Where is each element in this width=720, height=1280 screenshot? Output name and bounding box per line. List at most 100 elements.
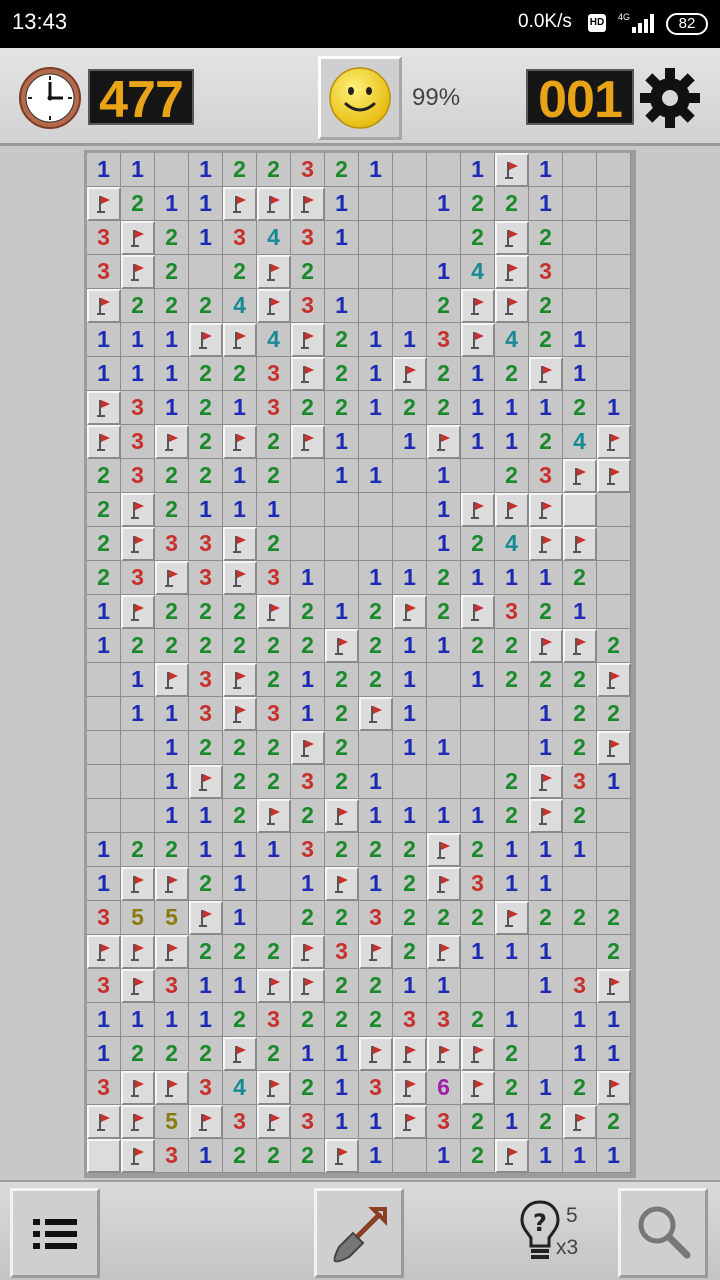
- empty-cell[interactable]: [121, 731, 155, 765]
- flagged-cell[interactable]: [223, 187, 257, 221]
- flagged-cell[interactable]: [257, 1071, 291, 1105]
- number-cell[interactable]: 1: [325, 289, 359, 323]
- empty-cell[interactable]: [529, 1037, 563, 1071]
- number-cell[interactable]: 2: [257, 1139, 291, 1173]
- empty-cell[interactable]: [597, 561, 631, 595]
- flagged-cell[interactable]: [155, 935, 189, 969]
- number-cell[interactable]: 2: [325, 901, 359, 935]
- empty-cell[interactable]: [427, 153, 461, 187]
- empty-cell[interactable]: [359, 527, 393, 561]
- number-cell[interactable]: 1: [597, 1003, 631, 1037]
- number-cell[interactable]: 2: [223, 595, 257, 629]
- number-cell[interactable]: 2: [325, 357, 359, 391]
- number-cell[interactable]: 6: [427, 1071, 461, 1105]
- number-cell[interactable]: 1: [393, 799, 427, 833]
- flagged-cell[interactable]: [155, 425, 189, 459]
- number-cell[interactable]: 3: [291, 289, 325, 323]
- flagged-cell[interactable]: [495, 221, 529, 255]
- number-cell[interactable]: 1: [359, 799, 393, 833]
- empty-cell[interactable]: [597, 799, 631, 833]
- number-cell[interactable]: 2: [461, 527, 495, 561]
- number-cell[interactable]: 3: [87, 255, 121, 289]
- empty-cell[interactable]: [461, 765, 495, 799]
- number-cell[interactable]: 1: [223, 391, 257, 425]
- number-cell[interactable]: 1: [529, 1139, 563, 1173]
- number-cell[interactable]: 1: [189, 1003, 223, 1037]
- number-cell[interactable]: 3: [291, 765, 325, 799]
- empty-cell[interactable]: [563, 935, 597, 969]
- number-cell[interactable]: 2: [257, 527, 291, 561]
- flagged-cell[interactable]: [461, 323, 495, 357]
- number-cell[interactable]: 1: [597, 1037, 631, 1071]
- number-cell[interactable]: 1: [597, 765, 631, 799]
- number-cell[interactable]: 1: [257, 833, 291, 867]
- empty-cell[interactable]: [597, 357, 631, 391]
- number-cell[interactable]: 2: [427, 901, 461, 935]
- empty-cell[interactable]: [597, 867, 631, 901]
- number-cell[interactable]: 2: [189, 425, 223, 459]
- flagged-cell[interactable]: [461, 1037, 495, 1071]
- number-cell[interactable]: 2: [495, 1071, 529, 1105]
- empty-cell[interactable]: [427, 697, 461, 731]
- number-cell[interactable]: 1: [325, 1037, 359, 1071]
- number-cell[interactable]: 3: [427, 1105, 461, 1139]
- flagged-cell[interactable]: [495, 289, 529, 323]
- number-cell[interactable]: 1: [495, 1105, 529, 1139]
- number-cell[interactable]: 2: [189, 289, 223, 323]
- number-cell[interactable]: 1: [359, 323, 393, 357]
- number-cell[interactable]: 5: [155, 1105, 189, 1139]
- flagged-cell[interactable]: [495, 153, 529, 187]
- flagged-cell[interactable]: [597, 1071, 631, 1105]
- number-cell[interactable]: 1: [87, 1037, 121, 1071]
- empty-cell[interactable]: [393, 289, 427, 323]
- number-cell[interactable]: 1: [121, 1003, 155, 1037]
- number-cell[interactable]: 1: [189, 969, 223, 1003]
- number-cell[interactable]: 1: [121, 153, 155, 187]
- flagged-cell[interactable]: [495, 901, 529, 935]
- number-cell[interactable]: 2: [427, 595, 461, 629]
- number-cell[interactable]: 2: [291, 901, 325, 935]
- flagged-cell[interactable]: [359, 1037, 393, 1071]
- number-cell[interactable]: 1: [155, 391, 189, 425]
- flagged-cell[interactable]: [155, 663, 189, 697]
- number-cell[interactable]: 2: [427, 561, 461, 595]
- number-cell[interactable]: 3: [223, 221, 257, 255]
- number-cell[interactable]: 2: [155, 833, 189, 867]
- empty-cell[interactable]: [359, 221, 393, 255]
- number-cell[interactable]: 2: [155, 289, 189, 323]
- number-cell[interactable]: 2: [563, 391, 597, 425]
- empty-cell[interactable]: [597, 255, 631, 289]
- number-cell[interactable]: 2: [325, 969, 359, 1003]
- empty-cell[interactable]: [427, 663, 461, 697]
- number-cell[interactable]: 1: [291, 867, 325, 901]
- flagged-cell[interactable]: [393, 595, 427, 629]
- empty-cell[interactable]: [87, 765, 121, 799]
- number-cell[interactable]: 2: [189, 629, 223, 663]
- number-cell[interactable]: 1: [495, 561, 529, 595]
- number-cell[interactable]: 2: [223, 765, 257, 799]
- flagged-cell[interactable]: [291, 935, 325, 969]
- number-cell[interactable]: 1: [291, 1037, 325, 1071]
- flagged-cell[interactable]: [393, 1037, 427, 1071]
- number-cell[interactable]: 2: [495, 1037, 529, 1071]
- flagged-cell[interactable]: [597, 425, 631, 459]
- flagged-cell[interactable]: [597, 663, 631, 697]
- number-cell[interactable]: 1: [359, 867, 393, 901]
- number-cell[interactable]: 4: [223, 289, 257, 323]
- flagged-cell[interactable]: [257, 289, 291, 323]
- number-cell[interactable]: 2: [495, 765, 529, 799]
- flagged-cell[interactable]: [427, 867, 461, 901]
- number-cell[interactable]: 1: [359, 153, 393, 187]
- empty-cell[interactable]: [597, 595, 631, 629]
- number-cell[interactable]: 1: [87, 595, 121, 629]
- empty-cell[interactable]: [325, 561, 359, 595]
- flagged-cell[interactable]: [257, 187, 291, 221]
- flagged-cell[interactable]: [257, 1105, 291, 1139]
- flagged-cell[interactable]: [461, 493, 495, 527]
- number-cell[interactable]: 1: [427, 799, 461, 833]
- number-cell[interactable]: 2: [189, 935, 223, 969]
- number-cell[interactable]: 1: [529, 1071, 563, 1105]
- number-cell[interactable]: 1: [495, 935, 529, 969]
- number-cell[interactable]: 1: [359, 459, 393, 493]
- number-cell[interactable]: 2: [461, 221, 495, 255]
